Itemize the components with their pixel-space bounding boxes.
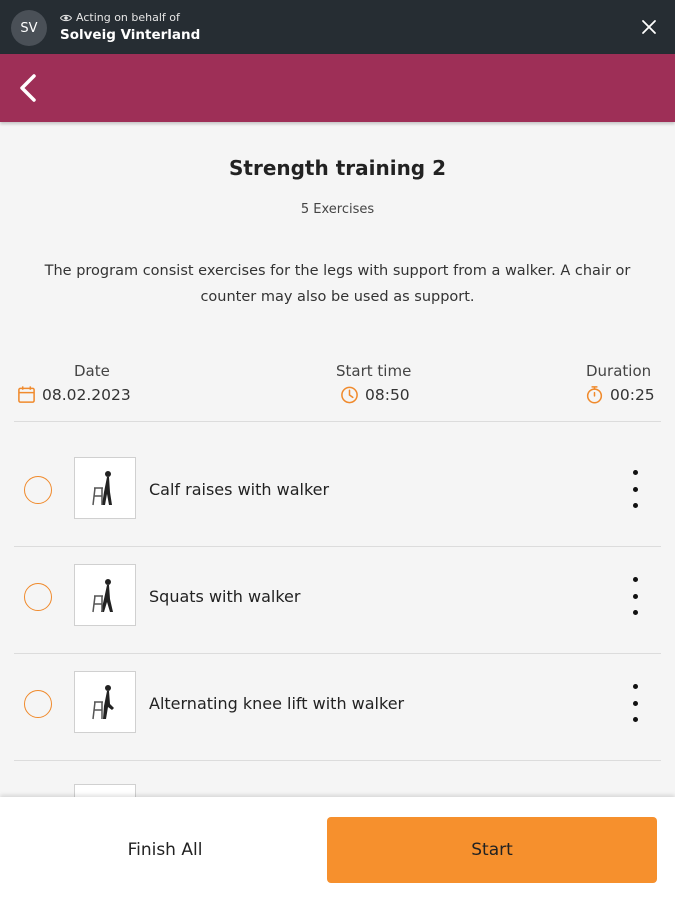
app-bar (0, 54, 675, 122)
duration-value-row: 00:25 (585, 385, 655, 404)
finish-all-button[interactable]: Finish All (60, 827, 270, 873)
exercise-name: Squats with walker (149, 587, 301, 606)
footer-bar: Finish All Start (0, 797, 675, 900)
kebab-menu-icon[interactable] (628, 684, 642, 722)
eye-icon (60, 14, 72, 21)
start-time-label: Start time (336, 362, 412, 380)
exercise-checkbox[interactable] (24, 690, 52, 718)
exercise-row[interactable]: Alternating knee lift with walker (0, 654, 675, 761)
exercise-checkbox[interactable] (24, 583, 52, 611)
kebab-menu-icon[interactable] (628, 577, 642, 615)
start-time-value: 08:50 (365, 385, 410, 404)
program-description: The program consist exercises for the le… (44, 263, 631, 305)
close-icon[interactable] (639, 17, 659, 37)
exercise-thumbnail (74, 564, 136, 626)
back-arrow-icon[interactable] (14, 70, 44, 106)
exercise-thumbnail (74, 457, 136, 519)
person-with-walker-icon (92, 685, 114, 720)
divider (14, 421, 661, 422)
exercise-row[interactable]: Squats with walker (0, 547, 675, 654)
exercise-name: Alternating knee lift with walker (149, 694, 405, 713)
start-time-value-row: 08:50 (340, 385, 410, 404)
person-with-walker-icon (92, 579, 113, 613)
acting-label: Acting on behalf of (76, 11, 180, 24)
calendar-icon (18, 386, 35, 403)
acting-on-behalf-bar: SV Acting on behalf of Solveig Vinterlan… (0, 0, 675, 54)
kebab-menu-icon[interactable] (628, 470, 642, 508)
date-value-row: 08.02.2023 (17, 385, 131, 404)
clock-icon (341, 386, 358, 404)
start-button[interactable]: Start (327, 817, 657, 883)
stopwatch-icon (586, 386, 603, 404)
acting-user-name: Solveig Vinterland (60, 27, 201, 43)
duration-label: Duration (586, 362, 652, 380)
date-label: Date (74, 362, 110, 380)
date-value: 08.02.2023 (42, 385, 131, 404)
acting-label-row: Acting on behalf of (60, 11, 180, 24)
avatar: SV (11, 10, 47, 46)
page-title: Strength training 2 (228, 156, 446, 180)
exercise-thumbnail (74, 671, 136, 733)
exercise-name: Calf raises with walker (149, 480, 330, 499)
duration-value: 00:25 (610, 385, 655, 404)
exercise-row[interactable]: Calf raises with walker (0, 440, 675, 547)
person-with-walker-icon (92, 471, 112, 506)
exercise-count: 5 Exercises (300, 202, 375, 217)
exercise-checkbox[interactable] (24, 476, 52, 504)
